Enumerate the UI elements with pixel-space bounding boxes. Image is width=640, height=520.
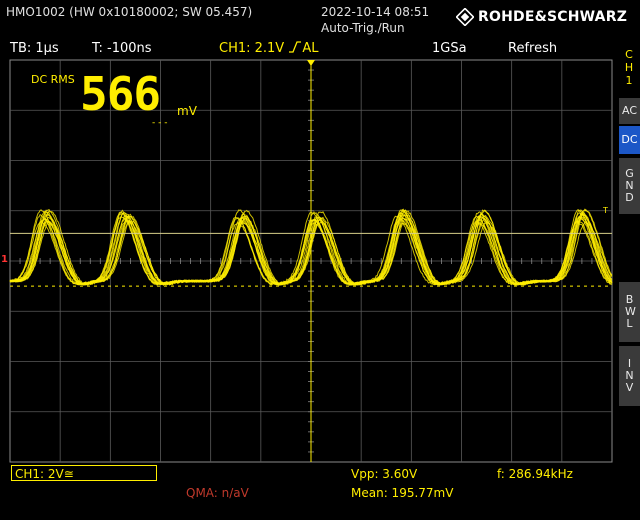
button-label: AC <box>621 104 637 117</box>
trigger-position-marker[interactable] <box>307 60 315 66</box>
device-info: HMO1002 (HW 0x10180002; SW 05.457) <box>6 5 253 19</box>
button-label: DC <box>621 133 638 146</box>
measurement-dashes: - - - <box>152 118 168 128</box>
brand-name: ROHDE&SCHWARZ <box>478 9 628 25</box>
button-label: I N V <box>625 357 634 394</box>
channel-tab[interactable]: C H 1 <box>622 48 636 87</box>
trigger-level: CH1: 2.1V <box>219 41 285 56</box>
timebase[interactable]: TB: 1µs <box>10 41 59 56</box>
sample-rate: 1GSa <box>432 41 467 56</box>
mean-readout: Mean: 195.77mV <box>351 486 454 500</box>
channel-tab-line: 1 <box>625 74 633 87</box>
trigger-level-marker[interactable]: T <box>603 206 608 215</box>
invert-button[interactable]: I N V <box>619 346 640 406</box>
acquisition-mode[interactable]: Refresh <box>508 41 557 56</box>
channel-setting-box[interactable]: CH1: 2V≅ <box>11 465 157 481</box>
dc-coupling-button[interactable]: DC <box>619 126 640 154</box>
ground-marker[interactable]: 1 <box>1 254 8 265</box>
brand-logo: ROHDE&SCHWARZ <box>456 8 627 26</box>
info-bar: TB: 1µs T: -100ns CH1: 2.1V AL 1GSa Refr… <box>0 40 640 58</box>
bandwidth-limit-button[interactable]: B W L <box>619 282 640 342</box>
channel-tab-line: C <box>625 48 633 61</box>
datetime: 2022-10-14 08:51 <box>321 5 430 19</box>
trigger-mode: Auto-Trig./Run <box>321 21 405 35</box>
ac-coupling-button[interactable]: AC <box>619 98 640 124</box>
trigger-setting[interactable]: CH1: 2.1V AL <box>219 41 318 56</box>
measurement-label: DC RMS <box>31 73 75 86</box>
trigger-time[interactable]: T: -100ns <box>92 41 152 56</box>
channel-tab-line: H <box>624 61 634 74</box>
button-label: G N D <box>625 167 634 204</box>
trigger-slope-mode: AL <box>302 41 319 56</box>
diamond-logo-icon <box>456 8 474 26</box>
vpp-readout: Vpp: 3.60V <box>351 467 418 481</box>
channel-setting: CH1: 2V≅ <box>15 467 74 481</box>
frequency-readout: f: 286.94kHz <box>497 467 573 481</box>
measurement-value: 566 <box>80 67 161 121</box>
rising-edge-icon <box>289 41 302 53</box>
qma-readout: QMA: n/aV <box>186 486 249 500</box>
measurement-unit: mV <box>177 104 197 118</box>
button-label: B W L <box>625 293 636 330</box>
gnd-coupling-button[interactable]: G N D <box>619 158 640 214</box>
